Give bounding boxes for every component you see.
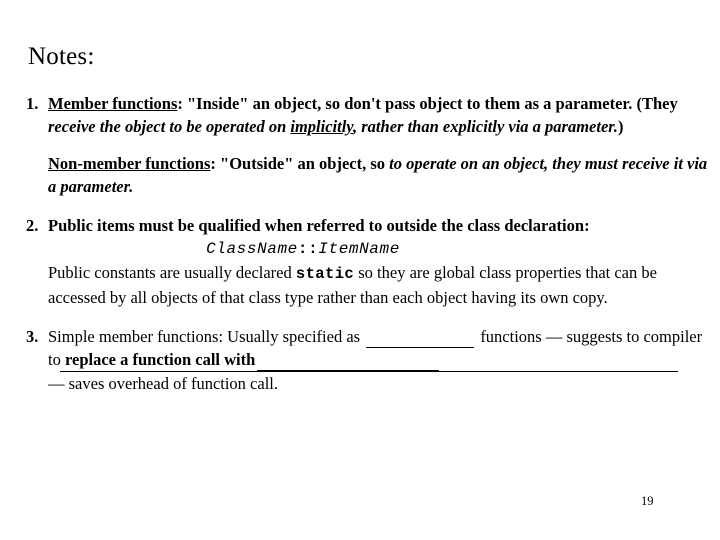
list-item-2: 2. Public items must be qualified when r…: [26, 214, 708, 237]
phrase-replace-function-call: replace a function call with: [64, 350, 256, 369]
code-class-name: ClassName: [206, 240, 298, 258]
code-scope-operator: ::: [297, 240, 319, 258]
code-item-name: ItemName: [318, 240, 400, 258]
list-item-1-number: 1.: [26, 94, 39, 113]
list-item-1-italic-1: receive the object to be operated on: [48, 117, 291, 136]
slide-canvas: Notes: 1. Member functions: "Inside" an …: [0, 0, 720, 540]
fill-in-blank-2[interactable]: [257, 356, 440, 371]
list-item-3-text: Simple member functions: Usually specifi…: [48, 325, 708, 371]
term-non-member-functions: Non-member functions: [48, 154, 211, 173]
list-item-3-number: 3.: [26, 327, 39, 346]
sub-block-public-constants: Public constants are usually declared st…: [48, 261, 708, 309]
list-item-3: 3. Simple member functions: Usually spec…: [26, 325, 708, 371]
sub-block-plain-1: "Outside" an object, so: [215, 154, 390, 173]
term-implicitly: implicitly: [290, 117, 354, 136]
code-snippet-qualified-name: ClassName::ItemName: [48, 237, 708, 261]
list-item-1-italic-2: , rather than explicitly via a parameter…: [353, 117, 618, 136]
term-member-functions: Member functions: [48, 94, 178, 113]
keyword-static: static: [295, 265, 355, 283]
fill-in-blank-1[interactable]: [366, 333, 475, 348]
list-item-2-line-1: Public items must be qualified when refe…: [48, 216, 590, 235]
public-constants-text-a: Public constants are usually declared: [48, 263, 296, 282]
list-item-1-plain-1: "Inside" an object, so don't pass object…: [182, 94, 678, 113]
page-number: 19: [641, 494, 654, 508]
list-item-1-plain-2: ): [617, 117, 624, 136]
sub-block-non-member-functions: Non-member functions: "Outside" an objec…: [48, 152, 708, 198]
list-item-1-text: Member functions: "Inside" an object, so…: [48, 92, 708, 138]
list-item-1: 1. Member functions: "Inside" an object,…: [26, 92, 708, 138]
list-item-3-text-a: Simple member functions: Usually specifi…: [48, 327, 365, 346]
slide-body: 1. Member functions: "Inside" an object,…: [26, 92, 708, 395]
list-item-3-conclusion: — saves overhead of function call.: [48, 374, 279, 393]
page-title: Notes:: [28, 43, 95, 70]
list-item-2-number: 2.: [26, 216, 39, 235]
